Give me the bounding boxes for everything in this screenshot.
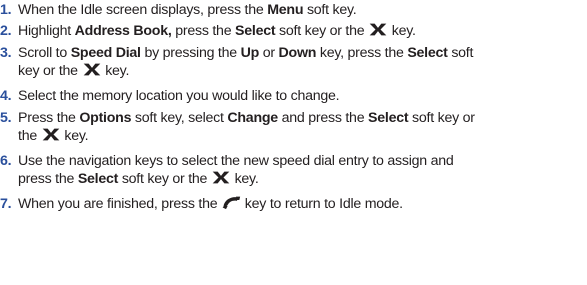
text-run: When you are finished, press the <box>18 196 222 212</box>
step-text: Use the navigation keys to select the ne… <box>18 152 587 188</box>
step-text: When the Idle screen displays, press the… <box>18 1 587 19</box>
navigation-select-key-icon <box>368 22 388 37</box>
text-run: key. <box>101 63 130 79</box>
step-number: 1. <box>0 2 12 18</box>
step-text: Select the memory location you would lik… <box>18 87 587 105</box>
text-run: Press the <box>18 110 80 126</box>
text-run: soft key. <box>303 2 357 18</box>
step-number: 7. <box>0 196 12 212</box>
step-number: 6. <box>0 153 12 169</box>
navigation-select-key-icon <box>82 62 102 77</box>
bold-term: Select <box>407 45 448 61</box>
text-run: soft key or the <box>118 171 211 187</box>
bold-term: Select <box>77 171 119 187</box>
step-7: 7. When you are finished, press the key … <box>0 195 587 213</box>
text-run: key or the <box>18 63 82 79</box>
text-run: soft key or the <box>275 23 369 39</box>
step-4: 4. Select the memory location you would … <box>0 87 587 105</box>
step-number: 5. <box>0 110 12 126</box>
text-run: key. <box>230 171 259 187</box>
step-number: 2. <box>0 23 12 39</box>
navigation-select-key-icon <box>211 170 231 185</box>
text-run: Select the memory location you would lik… <box>18 88 340 104</box>
step-text: Press the Options soft key, select Chang… <box>18 109 587 145</box>
text-run: Highlight <box>18 23 75 39</box>
bold-term: Select <box>235 23 276 39</box>
text-run: and press the <box>277 110 369 126</box>
bold-term: Up <box>240 45 260 61</box>
navigation-select-key-icon <box>41 127 61 142</box>
step-number: 4. <box>0 88 12 104</box>
end-key-icon <box>221 195 241 210</box>
text-run: by pressing the <box>140 45 241 61</box>
text-run: key, press the <box>316 45 408 61</box>
text-run: press the <box>171 23 236 39</box>
step-text: When you are finished, press the key to … <box>18 195 587 213</box>
instruction-list: 1. When the Idle screen displays, press … <box>0 0 587 285</box>
step-text: Scroll to Speed Dial by pressing the Up … <box>18 44 587 80</box>
bold-term: Down <box>278 45 317 61</box>
step-6: 6. Use the navigation keys to select the… <box>0 152 587 188</box>
text-run: soft key, select <box>131 110 228 126</box>
text-run: soft key or <box>408 110 475 126</box>
step-3: 3. Scroll to Speed Dial by pressing the … <box>0 44 587 80</box>
text-run: Use the navigation keys to select the ne… <box>18 153 454 169</box>
bold-term: Speed Dial <box>70 45 141 61</box>
text-run: Scroll to <box>18 45 71 61</box>
text-run: key. <box>388 23 416 39</box>
text-run: When the Idle screen displays, press the <box>18 2 268 18</box>
text-run: the <box>18 128 41 144</box>
step-2: 2. Highlight Address Book, press the Sel… <box>0 22 587 40</box>
step-number: 3. <box>0 45 12 61</box>
step-5: 5. Press the Options soft key, select Ch… <box>0 109 587 145</box>
bold-term: Select <box>368 110 409 126</box>
text-run: press the <box>18 171 78 187</box>
bold-term: Change <box>227 110 278 126</box>
text-run: soft <box>447 45 474 61</box>
bold-term: Menu <box>267 2 304 18</box>
bold-term: Address Book, <box>74 23 172 39</box>
text-run: or <box>259 45 279 61</box>
step-text: Highlight Address Book, press the Select… <box>18 22 587 40</box>
bold-term: Options <box>79 110 132 126</box>
text-run: key to return to Idle mode. <box>241 196 403 212</box>
text-run: key. <box>60 128 89 144</box>
step-1: 1. When the Idle screen displays, press … <box>0 1 587 19</box>
